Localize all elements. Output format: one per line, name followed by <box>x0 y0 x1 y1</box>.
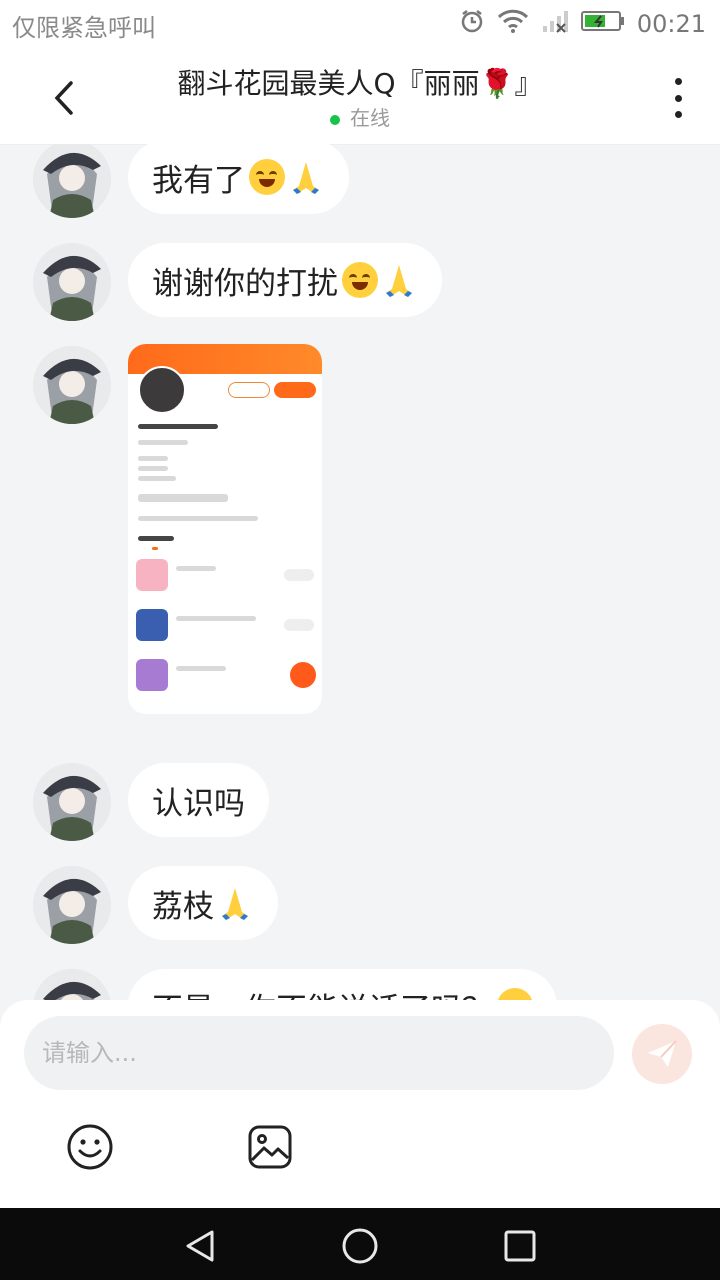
message-text: 认识吗 <box>152 785 245 822</box>
system-navigation-bar <box>0 1208 720 1280</box>
nav-recents-button[interactable] <box>500 1226 540 1266</box>
message-bubble[interactable]: 我有了 <box>128 144 349 214</box>
smile-sweat-emoji-icon <box>497 988 533 1000</box>
message-bubble[interactable]: 认识吗 <box>128 763 269 837</box>
screenshot-avatar <box>138 366 186 414</box>
sender-avatar[interactable] <box>33 969 111 1000</box>
online-dot-icon <box>330 114 340 125</box>
sender-avatar[interactable] <box>33 866 111 944</box>
sender-avatar[interactable] <box>33 346 111 424</box>
wifi-icon <box>497 8 529 40</box>
emoji-icon <box>67 1124 113 1170</box>
message-text: 我有了 <box>152 162 245 199</box>
sender-avatar[interactable] <box>33 763 111 841</box>
back-triangle-icon <box>186 1230 214 1262</box>
sender-avatar[interactable] <box>33 243 111 321</box>
message-bubble[interactable]: 荔枝 <box>128 866 278 940</box>
image-button[interactable] <box>245 1122 295 1172</box>
profile-screenshot-image[interactable] <box>128 344 322 714</box>
smile-sweat-emoji-icon <box>342 262 378 298</box>
nav-home-button[interactable] <box>340 1226 380 1266</box>
image-icon <box>248 1125 292 1169</box>
message-bubble[interactable]: 不是，你不能说话了吗？ <box>128 969 557 1000</box>
battery-icon <box>580 9 625 39</box>
nav-back-button[interactable] <box>180 1226 220 1266</box>
pray-emoji-icon <box>293 162 319 194</box>
chat-header: 翻斗花园最美人Q『丽丽🌹』 在线 <box>0 48 720 145</box>
online-status: 在线 <box>0 102 720 131</box>
message-text: 谢谢你的打扰 <box>152 265 338 302</box>
recents-square-icon <box>504 1230 536 1262</box>
message-text: 荔枝 <box>152 888 214 925</box>
home-circle-icon <box>342 1228 378 1264</box>
status-icons: 00:21 <box>459 8 706 40</box>
chat-title: 翻斗花园最美人Q『丽丽🌹』 <box>177 67 543 100</box>
message-bubble[interactable]: 谢谢你的打扰 <box>128 243 442 317</box>
emoji-button[interactable] <box>65 1122 115 1172</box>
message-text: 不是，你不能说话了吗？ <box>152 984 493 1001</box>
status-bar: 仅限紧急呼叫 00:21 <box>0 0 720 48</box>
alarm-icon <box>459 8 485 40</box>
pray-emoji-icon <box>222 888 248 920</box>
online-status-label: 在线 <box>350 106 390 130</box>
send-icon <box>648 1040 677 1067</box>
clock-time: 00:21 <box>636 10 706 38</box>
input-panel: 请输入... <box>0 1000 720 1208</box>
smile-sweat-emoji-icon <box>249 159 285 195</box>
message-input[interactable]: 请输入... <box>24 1016 614 1090</box>
send-button[interactable] <box>632 1024 692 1084</box>
message-list[interactable]: 我有了 谢谢你的打扰 认识吗 荔枝 <box>0 144 720 1000</box>
carrier-text: 仅限紧急呼叫 <box>12 14 156 42</box>
sender-avatar[interactable] <box>33 144 111 218</box>
pray-emoji-icon <box>386 265 412 297</box>
more-options-button[interactable] <box>670 78 686 118</box>
more-vertical-icon <box>674 78 682 85</box>
signal-icon <box>541 8 569 40</box>
